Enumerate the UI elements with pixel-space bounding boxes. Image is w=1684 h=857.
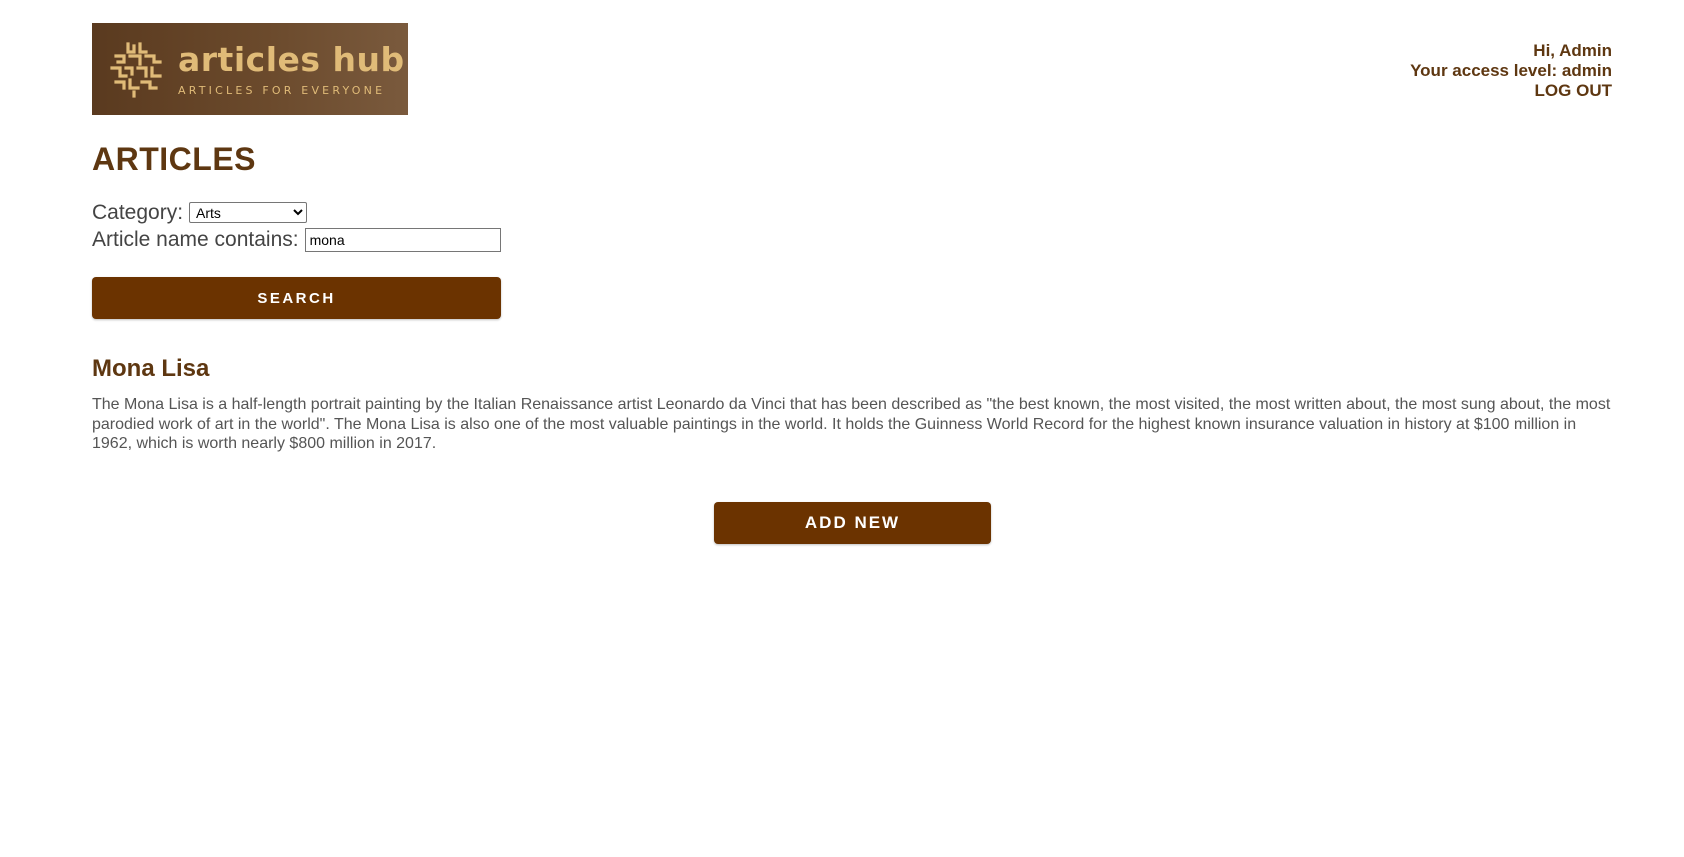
user-greeting: Hi, Admin bbox=[1533, 41, 1612, 60]
filter-form: Category: Arts Article name contains: bbox=[92, 199, 501, 253]
article-item: Mona Lisa The Mona Lisa is a half-length… bbox=[92, 355, 1612, 454]
name-filter-label: Article name contains: bbox=[92, 227, 299, 251]
name-filter-row: Article name contains: bbox=[92, 226, 501, 253]
page-title: ARTICLES bbox=[92, 141, 256, 177]
logo-tagline: ARTICLES FOR EVERYONE bbox=[178, 83, 386, 97]
maze-logo-icon bbox=[110, 42, 162, 98]
add-new-button[interactable]: ADD NEW bbox=[714, 502, 991, 544]
logout-link[interactable]: LOG OUT bbox=[1535, 81, 1612, 100]
article-title[interactable]: Mona Lisa bbox=[92, 355, 1612, 383]
site-logo[interactable]: articles hub ARTICLES FOR EVERYONE bbox=[92, 23, 408, 115]
category-select[interactable]: Arts bbox=[189, 202, 308, 223]
user-info: Hi, Admin Your access level: admin LOG O… bbox=[1410, 41, 1612, 101]
article-body: The Mona Lisa is a half-length portrait … bbox=[92, 396, 1611, 452]
article-name-input[interactable] bbox=[304, 227, 501, 252]
category-label: Category: bbox=[92, 200, 184, 224]
search-button[interactable]: SEARCH bbox=[92, 277, 501, 319]
category-filter-row: Category: Arts bbox=[92, 199, 501, 226]
access-level: Your access level: admin bbox=[1410, 61, 1612, 80]
logo-text: articles hub ARTICLES FOR EVERYONE bbox=[178, 39, 405, 97]
logo-name: articles hub bbox=[178, 39, 405, 79]
